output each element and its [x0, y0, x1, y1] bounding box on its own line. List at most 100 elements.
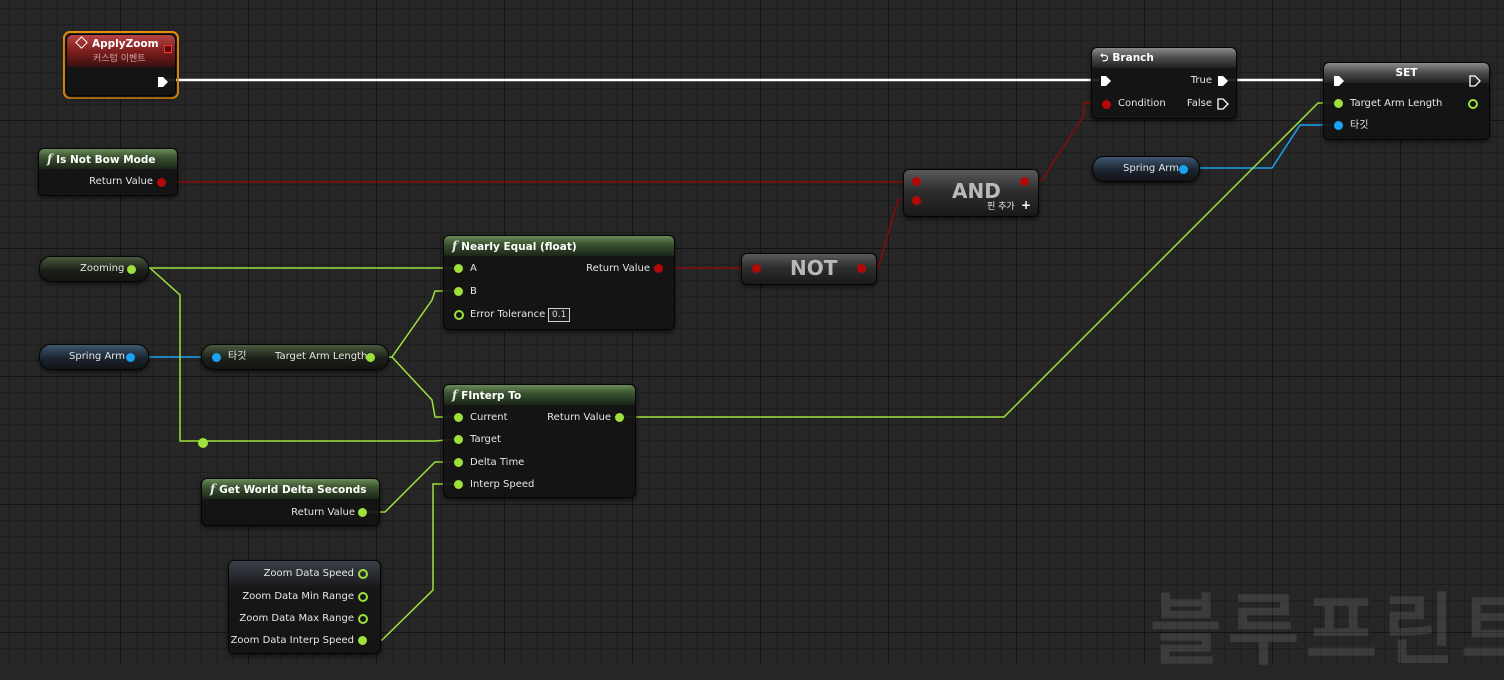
- zoom-data-speed-pin[interactable]: [358, 569, 368, 579]
- wires-layer: [131, 78, 1338, 641]
- zoom-data-interp-speed-label: Zoom Data Interp Speed: [230, 635, 354, 646]
- branch-icon: ⮌: [1100, 52, 1109, 64]
- nearly-equal-b-pin[interactable]: [454, 287, 463, 296]
- branch-condition-label: Condition: [1118, 98, 1166, 109]
- branch-condition-pin[interactable]: [1102, 100, 1111, 109]
- branch-false-label: False: [1186, 98, 1212, 109]
- delta-seconds-return-label: Return Value: [291, 507, 355, 518]
- nearly-equal-b-label: B: [470, 286, 477, 297]
- finterp-target-pin[interactable]: [454, 435, 463, 444]
- finterp-delta-time-pin[interactable]: [454, 458, 463, 467]
- is-not-bow-mode-header: f Is Not Bow Mode: [39, 149, 177, 169]
- blueprint-watermark: 블루프린트: [1150, 586, 1504, 676]
- finterp-interp-speed-pin[interactable]: [454, 480, 463, 489]
- zoom-data-break-node[interactable]: Zoom Data Speed Zoom Data Min Range Zoom…: [228, 560, 381, 654]
- nearly-equal-title: Nearly Equal (float): [461, 241, 577, 253]
- apply-zoom-subtitle: 커스텀 이벤트: [93, 54, 146, 64]
- finterp-return-pin[interactable]: [615, 413, 624, 422]
- finterp-to-node[interactable]: f FInterp To Current Return Value Target …: [443, 384, 636, 498]
- and-add-pin-label[interactable]: 핀 추가: [987, 201, 1015, 213]
- nearly-equal-a-label: A: [470, 263, 477, 274]
- finterp-to-header: f FInterp To: [444, 385, 635, 405]
- finterp-current-label: Current: [470, 412, 508, 423]
- zoom-data-max-range-label: Zoom Data Max Range: [239, 613, 354, 624]
- add-pin-icon[interactable]: +: [1021, 198, 1031, 212]
- getter-target-pin[interactable]: [212, 353, 221, 362]
- not-input-pin[interactable]: [752, 264, 761, 273]
- spring-arm-left-out-pin[interactable]: [126, 353, 135, 362]
- getter-out-pin[interactable]: [366, 353, 375, 362]
- function-icon: f: [210, 482, 216, 496]
- reroute-knot: [198, 438, 208, 448]
- zooming-variable[interactable]: Zooming: [39, 256, 149, 282]
- event-diamond-icon: [75, 36, 88, 49]
- zoom-data-interp-speed-pin[interactable]: [358, 636, 367, 645]
- is-not-bow-mode-return-pin[interactable]: [157, 178, 166, 187]
- branch-title: Branch: [1112, 52, 1154, 64]
- spring-arm-left-label: Spring Arm: [69, 351, 125, 362]
- and-input-a-pin[interactable]: [912, 177, 921, 186]
- spring-arm-right-label: Spring Arm: [1123, 163, 1179, 174]
- target-arm-length-getter[interactable]: 타깃 Target Arm Length: [201, 344, 389, 370]
- not-node[interactable]: NOT: [741, 253, 877, 285]
- nearly-equal-tolerance-pin[interactable]: [454, 310, 464, 320]
- zooming-label: Zooming: [80, 263, 125, 274]
- error-tolerance-input[interactable]: 0.1: [548, 308, 571, 322]
- set-target-arm-length-pin[interactable]: [1334, 99, 1343, 108]
- getter-target-label: 타깃: [228, 351, 247, 362]
- float-wire-finterp-to-set: [620, 102, 1338, 418]
- nearly-equal-a-pin[interactable]: [454, 264, 463, 273]
- zoom-data-max-range-pin[interactable]: [358, 614, 368, 624]
- not-title: NOT: [790, 256, 838, 280]
- apply-zoom-event-node[interactable]: ApplyZoom 커스텀 이벤트: [66, 34, 176, 96]
- and-output-pin[interactable]: [1020, 177, 1029, 186]
- and-title: AND: [952, 179, 1001, 203]
- nearly-equal-tolerance-label: Error Tolerance: [470, 309, 546, 320]
- set-target-arm-length-label: Target Arm Length: [1350, 98, 1443, 109]
- set-target-pin[interactable]: [1334, 121, 1343, 130]
- spring-arm-variable-left[interactable]: Spring Arm: [39, 344, 149, 370]
- nearly-equal-header: f Nearly Equal (float): [444, 236, 674, 256]
- nearly-equal-return-pin[interactable]: [654, 264, 663, 273]
- get-world-delta-seconds-node[interactable]: f Get World Delta Seconds Return Value: [201, 478, 380, 526]
- finterp-interp-speed-label: Interp Speed: [470, 479, 535, 490]
- spring-arm-right-out-pin[interactable]: [1179, 165, 1188, 174]
- nearly-equal-return-label: Return Value: [586, 263, 650, 274]
- set-target-label: 타깃: [1350, 120, 1369, 131]
- function-icon: f: [452, 239, 458, 253]
- branch-true-label: True: [1190, 75, 1212, 86]
- delta-seconds-return-pin[interactable]: [358, 508, 367, 517]
- finterp-to-title: FInterp To: [461, 390, 522, 402]
- finterp-target-label: Target: [470, 434, 501, 445]
- not-output-pin[interactable]: [857, 264, 866, 273]
- spring-arm-variable-right[interactable]: Spring Arm: [1092, 156, 1200, 182]
- apply-zoom-header: ApplyZoom 커스텀 이벤트: [67, 35, 175, 67]
- branch-header: ⮌ Branch: [1092, 48, 1236, 68]
- function-icon: f: [452, 388, 458, 402]
- zoom-data-min-range-label: Zoom Data Min Range: [242, 591, 354, 602]
- nearly-equal-node[interactable]: f Nearly Equal (float) A Return Value B E…: [443, 235, 675, 330]
- function-icon: f: [47, 152, 53, 166]
- set-node[interactable]: SET Target Arm Length 타깃: [1323, 62, 1490, 140]
- zoom-data-min-range-pin[interactable]: [358, 592, 368, 602]
- set-title: SET: [1395, 67, 1418, 79]
- set-header: SET: [1324, 63, 1489, 83]
- get-world-delta-seconds-title: Get World Delta Seconds: [219, 484, 367, 496]
- finterp-current-pin[interactable]: [454, 413, 463, 422]
- is-not-bow-mode-title: Is Not Bow Mode: [56, 154, 156, 166]
- branch-node[interactable]: ⮌ Branch True Condition False: [1091, 47, 1237, 119]
- apply-zoom-title: ApplyZoom: [92, 38, 159, 50]
- delegate-pin[interactable]: [164, 45, 172, 53]
- getter-label: Target Arm Length: [275, 351, 368, 362]
- is-not-bow-mode-return-label: Return Value: [89, 176, 153, 187]
- zooming-out-pin[interactable]: [127, 265, 136, 274]
- is-not-bow-mode-node[interactable]: f Is Not Bow Mode Return Value: [38, 148, 178, 196]
- and-node[interactable]: AND 핀 추가 +: [903, 169, 1039, 217]
- set-output-pin[interactable]: [1468, 99, 1478, 109]
- finterp-return-label: Return Value: [547, 412, 611, 423]
- zoom-data-speed-label: Zoom Data Speed: [263, 568, 354, 579]
- finterp-delta-time-label: Delta Time: [470, 457, 525, 468]
- object-wire-springarm-to-set: [1184, 124, 1338, 169]
- get-world-delta-seconds-header: f Get World Delta Seconds: [202, 479, 379, 499]
- and-input-b-pin[interactable]: [912, 196, 921, 205]
